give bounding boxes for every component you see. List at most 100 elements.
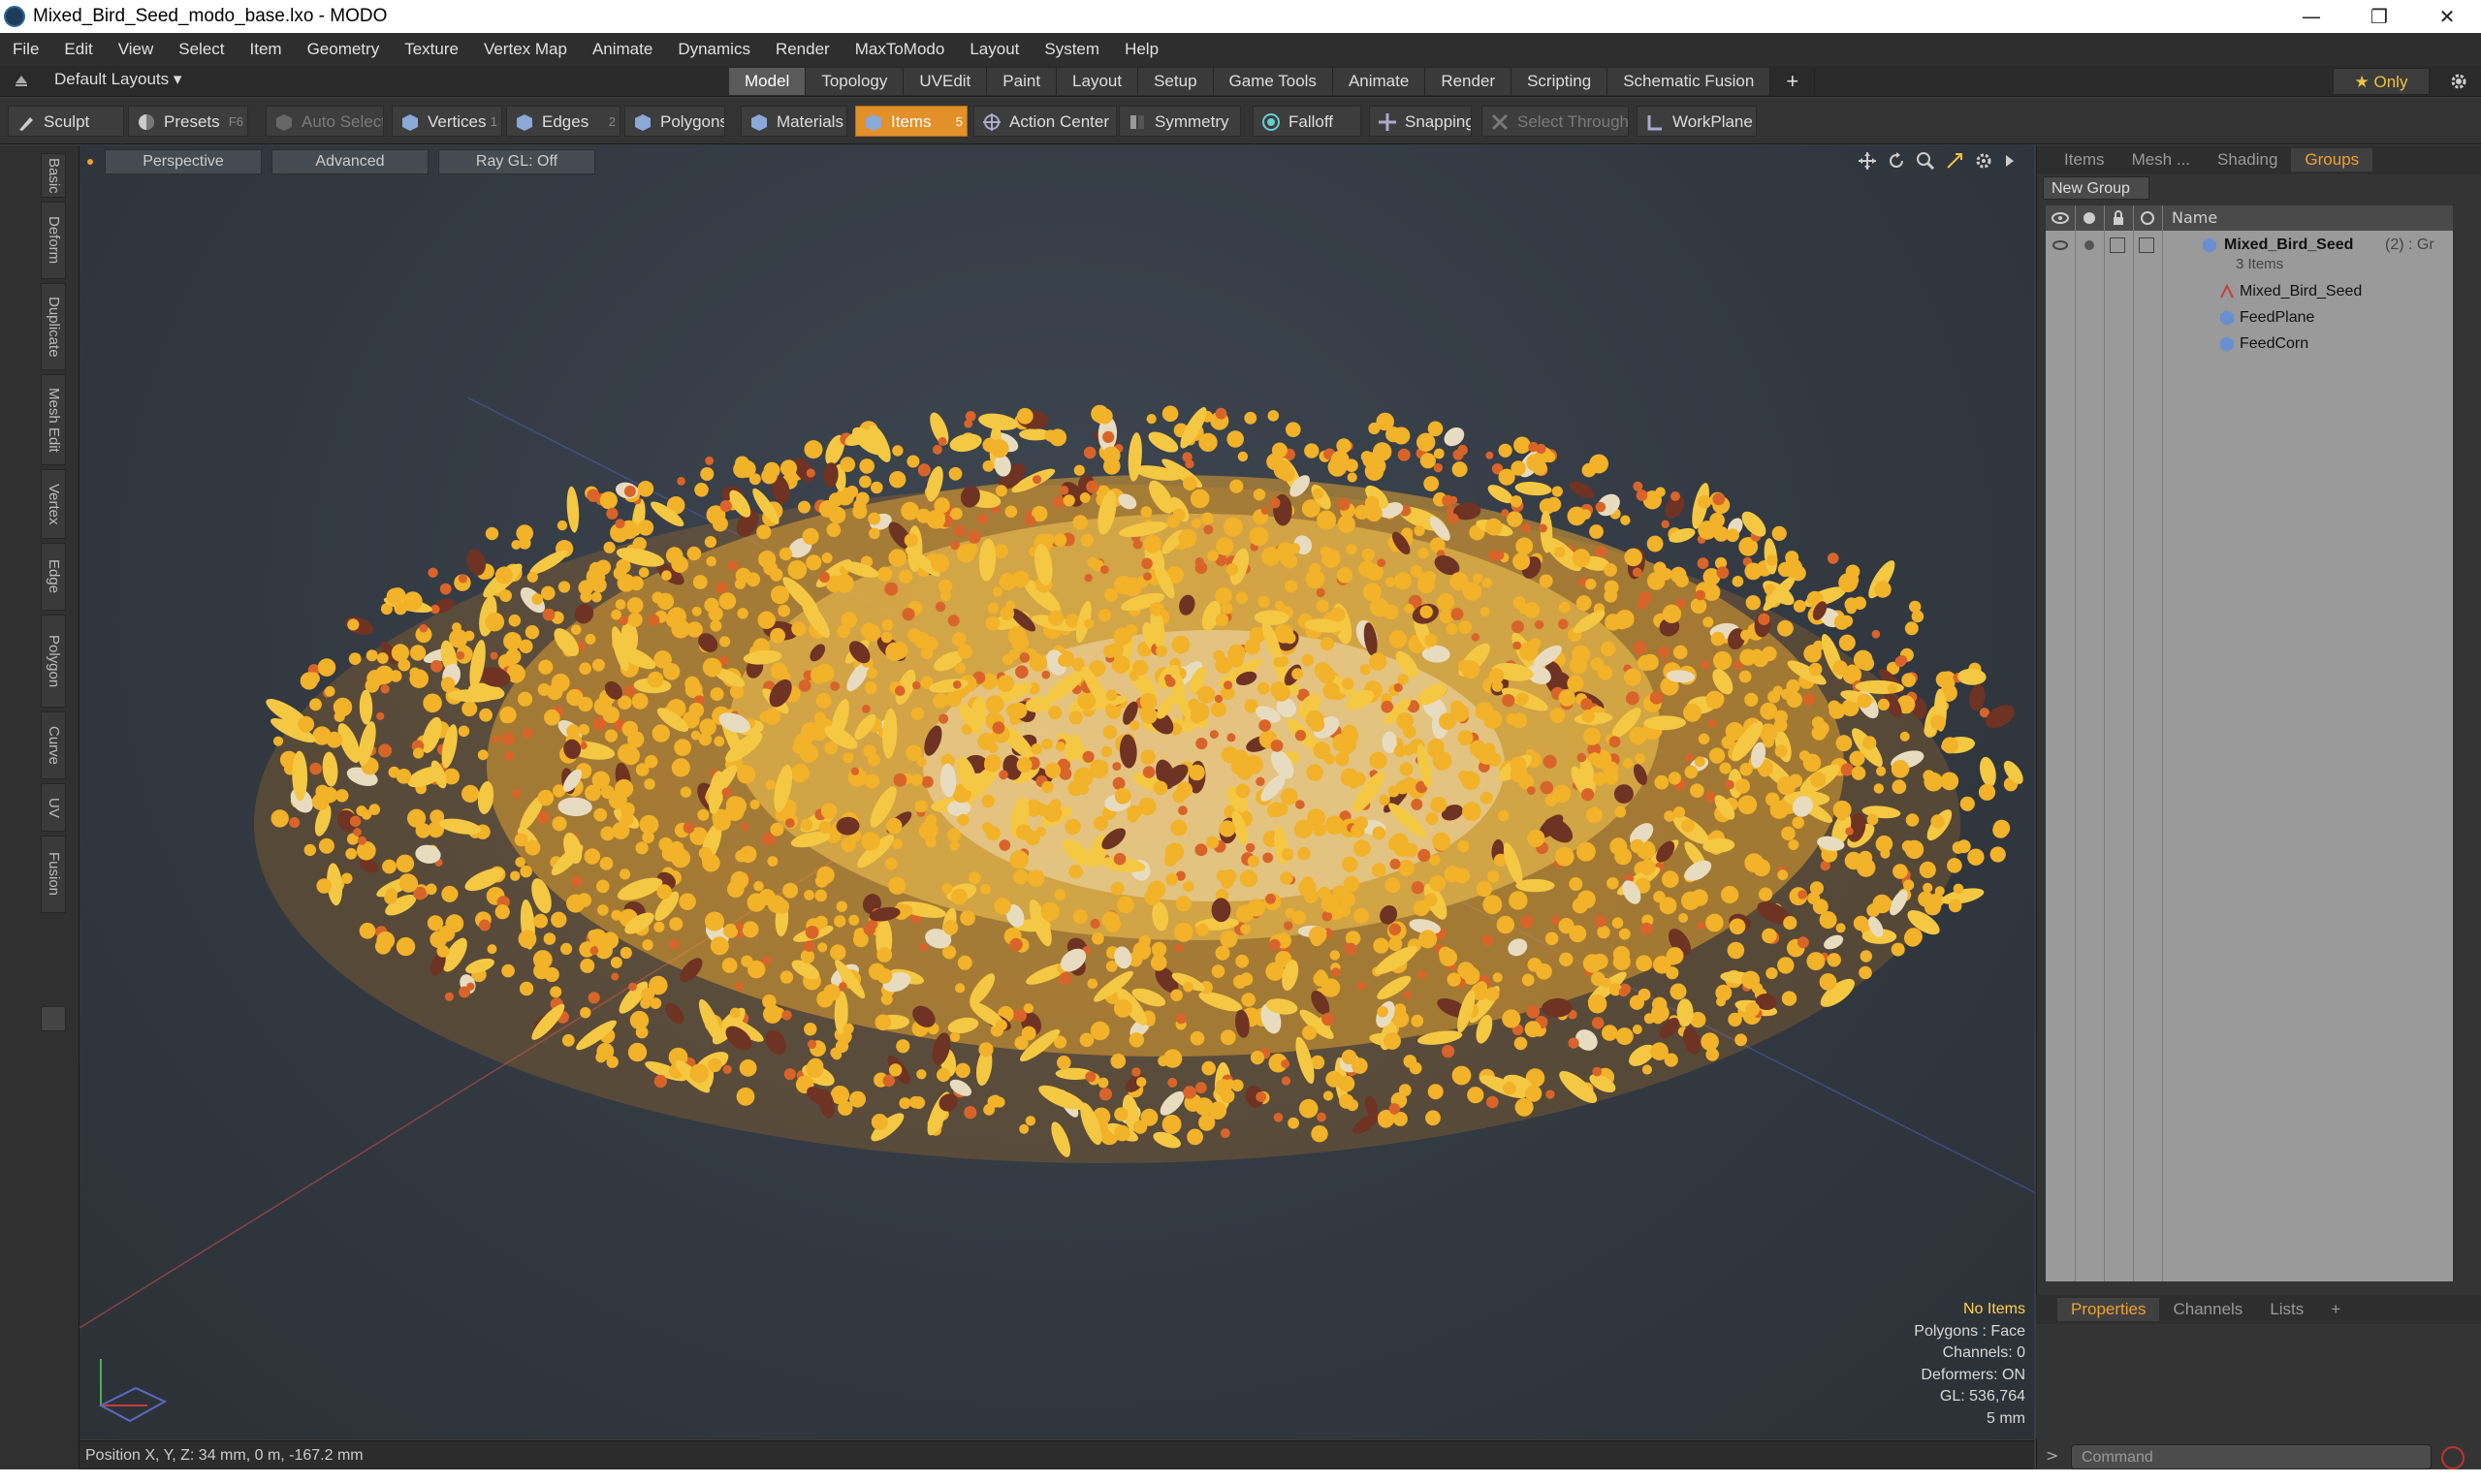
tab-groups[interactable]: Groups	[2291, 148, 2373, 172]
tab-layout[interactable]: Layout	[1057, 68, 1139, 95]
menu-edit[interactable]: Edit	[51, 40, 105, 59]
minimize-button[interactable]: —	[2277, 0, 2345, 33]
zoom-icon[interactable]	[1916, 151, 1935, 171]
pan-icon[interactable]	[1858, 151, 1877, 171]
render-icon[interactable]	[2081, 209, 2098, 227]
seed	[884, 582, 899, 596]
menu-help[interactable]: Help	[1112, 40, 1171, 59]
new-group-button[interactable]: New Group	[2043, 176, 2149, 200]
row-lock-checkbox[interactable]	[2110, 237, 2125, 253]
menu-select[interactable]: Select	[166, 40, 237, 59]
tab-curve[interactable]: Curve	[41, 711, 66, 779]
tab-game-tools[interactable]: Game Tools	[1213, 68, 1333, 95]
tab-schematic-fusion[interactable]: Schematic Fusion	[1607, 68, 1771, 95]
seed	[1257, 595, 1270, 608]
close-button[interactable]: ✕	[2413, 0, 2481, 33]
tab-vertex[interactable]: Vertex	[41, 469, 66, 539]
groups-list[interactable]	[2046, 205, 2453, 1281]
seed	[767, 856, 779, 867]
select-icon[interactable]	[2139, 209, 2156, 227]
tree-item-mixed-bird-seed[interactable]: Mixed_Bird_Seed	[2046, 279, 2453, 304]
snapping-button[interactable]: Snapping	[1369, 106, 1472, 137]
tab-animate[interactable]: Animate	[1332, 68, 1426, 95]
tab-mesh[interactable]: Mesh ...	[2118, 148, 2204, 172]
default-layouts-dropdown[interactable]: Default Layouts ▾	[54, 70, 181, 89]
tab-model[interactable]: Model	[729, 68, 807, 95]
maximize-viewport-icon[interactable]	[1945, 151, 1964, 171]
menu-vertex-map[interactable]: Vertex Map	[471, 40, 580, 59]
seed	[1792, 816, 1804, 829]
tab-fusion[interactable]: Fusion	[41, 836, 66, 913]
tab-edge[interactable]: Edge	[41, 543, 66, 611]
workplane-button[interactable]: WorkPlane	[1637, 106, 1757, 137]
strip-expand-button[interactable]	[41, 1006, 66, 1031]
menu-system[interactable]: System	[1032, 40, 1112, 59]
viewport-menu-dot-icon[interactable]	[87, 159, 93, 165]
tree-item-feedplane[interactable]: FeedPlane	[2046, 305, 2453, 331]
seed	[1337, 497, 1351, 511]
polygons-button[interactable]: Polygons	[624, 106, 725, 137]
seed	[800, 818, 813, 832]
advanced-dropdown[interactable]: Advanced	[271, 149, 429, 174]
presets-button[interactable]: Presets F6	[128, 106, 248, 137]
add-tab-button[interactable]: +	[1770, 68, 1816, 95]
tab-render[interactable]: Render	[1425, 68, 1512, 95]
falloff-button[interactable]: Falloff	[1253, 106, 1361, 137]
tab-topology[interactable]: Topology	[806, 68, 905, 95]
tab-basic[interactable]: Basic	[41, 153, 66, 198]
select-through-button[interactable]: Select Through	[1481, 106, 1629, 137]
tab-uv[interactable]: UV	[41, 783, 66, 832]
rotate-icon[interactable]	[1887, 151, 1906, 171]
auto-select-button[interactable]: Auto Select	[266, 106, 384, 137]
viewport-settings-icon[interactable]	[1974, 151, 1993, 171]
tab-channels[interactable]: Channels	[2159, 1298, 2256, 1321]
3d-viewport[interactable]	[80, 145, 2034, 1439]
action-center-button[interactable]: Action Center	[973, 106, 1117, 137]
menu-maxtomodo[interactable]: MaxToModo	[843, 40, 958, 59]
restore-button[interactable]: ❐	[2345, 0, 2413, 33]
seed	[1828, 700, 1840, 712]
tab-shading[interactable]: Shading	[2204, 148, 2291, 172]
eye-icon[interactable]	[2052, 209, 2069, 227]
menu-render[interactable]: Render	[763, 40, 843, 59]
layout-collapse-icon[interactable]	[14, 72, 29, 87]
edges-button[interactable]: Edges 2	[506, 106, 620, 137]
menu-dynamics[interactable]: Dynamics	[665, 40, 763, 59]
symmetry-button[interactable]: Symmetry	[1119, 106, 1241, 137]
menu-geometry[interactable]: Geometry	[295, 40, 393, 59]
raygl-dropdown[interactable]: Ray GL: Off	[438, 149, 595, 174]
tab-polygon[interactable]: Polygon	[41, 615, 66, 708]
record-icon[interactable]	[2441, 1446, 2465, 1469]
sculpt-button[interactable]: Sculpt	[8, 106, 124, 137]
materials-button[interactable]: Materials	[741, 106, 847, 137]
tab-setup[interactable]: Setup	[1138, 68, 1214, 95]
menu-layout[interactable]: Layout	[957, 40, 1032, 59]
tab-uvedit[interactable]: UVEdit	[904, 68, 988, 95]
vertices-button[interactable]: Vertices 1	[392, 106, 502, 137]
tab-mesh-edit[interactable]: Mesh Edit	[41, 374, 66, 465]
only-toggle[interactable]: ★ Only	[2333, 68, 2430, 95]
items-button[interactable]: Items 5	[855, 106, 968, 137]
tab-items[interactable]: Items	[2051, 148, 2118, 172]
add-panel-tab-button[interactable]: +	[2317, 1298, 2354, 1321]
tab-duplicate[interactable]: Duplicate	[41, 283, 66, 370]
gear-icon[interactable]	[2449, 72, 2468, 91]
perspective-dropdown[interactable]: Perspective	[105, 149, 262, 174]
seed	[1080, 533, 1095, 548]
menu-item[interactable]: Item	[238, 40, 295, 59]
tab-properties[interactable]: Properties	[2057, 1298, 2160, 1321]
menu-file[interactable]: File	[0, 40, 51, 59]
row-select-checkbox[interactable]	[2139, 237, 2154, 253]
menu-texture[interactable]: Texture	[392, 40, 471, 59]
menu-view[interactable]: View	[106, 40, 167, 59]
tree-item-feedcorn[interactable]: FeedCorn	[2046, 332, 2453, 357]
viewport-arrow-icon[interactable]	[2003, 151, 2017, 171]
command-input[interactable]: Command	[2071, 1444, 2432, 1469]
tab-paint[interactable]: Paint	[987, 68, 1058, 95]
seed	[1163, 674, 1173, 682]
tab-scripting[interactable]: Scripting	[1511, 68, 1608, 95]
tab-deform[interactable]: Deform	[41, 202, 66, 279]
tab-lists[interactable]: Lists	[2256, 1298, 2317, 1321]
menu-animate[interactable]: Animate	[580, 40, 665, 59]
lock-icon[interactable]	[2110, 209, 2127, 227]
